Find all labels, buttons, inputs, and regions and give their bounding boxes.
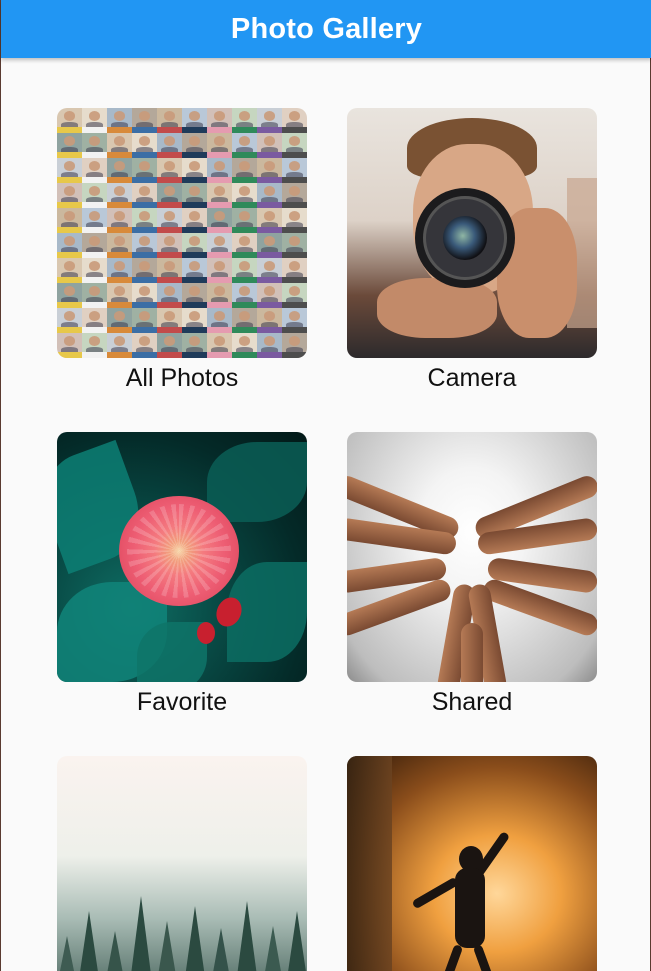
app-bar: Photo Gallery: [1, 0, 651, 58]
camera-lens-image: [443, 216, 487, 260]
album-thumbnail-all-photos[interactable]: [57, 108, 307, 358]
album-label: All Photos: [125, 364, 239, 392]
album-label: Shared: [431, 688, 513, 716]
album-tile-shared[interactable]: Shared: [347, 432, 597, 715]
page-title: Photo Gallery: [230, 12, 423, 45]
album-tile-dancer[interactable]: [347, 756, 597, 971]
album-tile-favorite[interactable]: Favorite: [57, 432, 307, 715]
flower-image: [119, 496, 239, 606]
album-label: Camera: [427, 364, 517, 392]
album-thumbnail-favorite[interactable]: [57, 432, 307, 682]
album-label: Favorite: [136, 688, 228, 716]
album-tile-forest[interactable]: [57, 756, 307, 971]
album-thumbnail-dancer[interactable]: [347, 756, 597, 971]
album-tile-all-photos[interactable]: All Photos: [57, 108, 307, 391]
album-thumbnail-camera[interactable]: [347, 108, 597, 358]
portrait-mosaic-image: [57, 108, 307, 358]
album-tile-camera[interactable]: Camera: [347, 108, 597, 391]
album-thumbnail-forest[interactable]: [57, 756, 307, 971]
album-thumbnail-shared[interactable]: [347, 432, 597, 682]
